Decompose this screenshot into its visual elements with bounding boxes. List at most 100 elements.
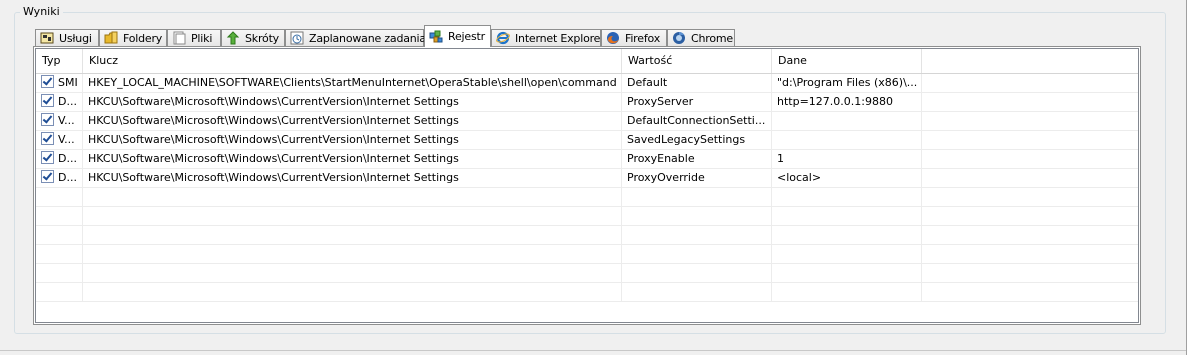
empty-cell [622,283,772,302]
cell-klucz: HKEY_LOCAL_MACHINE\SOFTWARE\Clients\Star… [83,74,622,93]
column-header-dane[interactable]: Dane [772,49,922,73]
cell-typ-text: D... [58,171,77,184]
cell-dane [772,131,922,150]
cell-filler [922,131,1138,150]
table-row[interactable]: D... HKCU\Software\Microsoft\Windows\Curr… [36,93,1138,112]
empty-cell [772,188,922,207]
internet-explorer-icon [496,31,510,45]
list-header: Typ Klucz Wartość Dane [36,49,1138,74]
empty-row [36,207,1138,226]
table-row[interactable]: V... HKCU\Software\Microsoft\Windows\Curr… [36,112,1138,131]
empty-cell [36,283,83,302]
table-row[interactable]: V... HKCU\Software\Microsoft\Windows\Curr… [36,131,1138,150]
cell-wartosc: SavedLegacySettings [622,131,772,150]
cell-wartosc: Default [622,74,772,93]
empty-row [36,245,1138,264]
cell-typ: D... [36,150,83,169]
tab-pliki[interactable]: Pliki [167,29,221,46]
cell-dane: <local> [772,169,922,188]
tab-label: Pliki [191,31,213,45]
empty-row [36,188,1138,207]
empty-cell [622,188,772,207]
empty-cell [922,283,1138,302]
cell-wartosc: ProxyEnable [622,150,772,169]
cell-dane [772,112,922,131]
tab-foldery[interactable]: Foldery [99,29,167,46]
empty-cell [83,283,622,302]
column-header-typ[interactable]: Typ [36,49,83,73]
tab-firefox[interactable]: Firefox [601,29,667,46]
cell-dane: http=127.0.0.1:9880 [772,93,922,112]
empty-cell [622,245,772,264]
empty-cell [83,226,622,245]
file-icon [172,31,186,45]
empty-cell [36,188,83,207]
tab-label: Skróty [245,31,279,45]
cell-klucz: HKCU\Software\Microsoft\Windows\CurrentV… [83,93,622,112]
registry-list-view[interactable]: Typ Klucz Wartość Dane SMI HKEY_LOCAL_MAC… [35,48,1139,323]
cell-klucz: HKCU\Software\Microsoft\Windows\CurrentV… [83,131,622,150]
empty-cell [83,245,622,264]
empty-cell [772,264,922,283]
column-header-klucz[interactable]: Klucz [83,49,622,73]
cell-typ: D... [36,93,83,112]
table-row[interactable]: SMI HKEY_LOCAL_MACHINE\SOFTWARE\Clients\S… [36,74,1138,93]
table-row[interactable]: D... HKCU\Software\Microsoft\Windows\Curr… [36,150,1138,169]
cell-klucz: HKCU\Software\Microsoft\Windows\CurrentV… [83,150,622,169]
empty-cell [772,245,922,264]
cell-typ: SMI [36,74,83,93]
bottom-separator [0,350,1186,351]
scheduled-task-icon [290,31,304,45]
row-checkbox[interactable] [41,170,54,183]
empty-cell [622,264,772,283]
empty-cell [922,264,1138,283]
row-checkbox[interactable] [41,151,54,164]
column-header-wartosc[interactable]: Wartość [622,49,772,73]
tab-label: Chrome [691,31,733,45]
empty-cell [772,283,922,302]
empty-cell [772,226,922,245]
table-row[interactable]: D... HKCU\Software\Microsoft\Windows\Curr… [36,169,1138,188]
tab-label: Foldery [123,31,163,45]
cell-filler [922,169,1138,188]
cell-filler [922,74,1138,93]
cell-wartosc: DefaultConnectionSetti... [622,112,772,131]
results-group-title: Wyniki [20,5,63,19]
empty-row [36,264,1138,283]
tab-chrome[interactable]: Chrome [667,29,735,46]
empty-cell [922,226,1138,245]
tab-internet-explorer[interactable]: Internet Explorer [491,29,605,46]
cell-wartosc: ProxyOverride [622,169,772,188]
chrome-icon [672,31,686,45]
cell-typ: V... [36,131,83,150]
cell-klucz: HKCU\Software\Microsoft\Windows\CurrentV… [83,112,622,131]
tab-skróty[interactable]: Skróty [221,29,285,46]
services-icon [40,31,54,45]
cell-wartosc: ProxyServer [622,93,772,112]
row-checkbox[interactable] [41,75,54,88]
cell-typ-text: D... [58,152,77,165]
cell-typ: D... [36,169,83,188]
cell-filler [922,93,1138,112]
empty-cell [83,188,622,207]
cell-typ-text: V... [58,114,75,127]
empty-cell [922,188,1138,207]
tab-rejestr[interactable]: Rejestr [424,25,491,47]
tab-zaplanowane-zadania[interactable]: Zaplanowane zadania [285,29,426,46]
row-checkbox[interactable] [41,94,54,107]
row-checkbox[interactable] [41,113,54,126]
folder-icon [104,31,118,45]
tab-usługi[interactable]: Usługi [35,29,99,46]
cell-filler [922,150,1138,169]
tab-label: Firefox [625,31,661,45]
cell-typ-text: V... [58,133,75,146]
cell-typ-text: SMI [58,76,78,89]
empty-row [36,226,1138,245]
tab-panel-registry: Typ Klucz Wartość Dane SMI HKEY_LOCAL_MAC… [33,46,1141,325]
tab-label: Internet Explorer [515,31,605,45]
empty-cell [36,264,83,283]
empty-cell [922,207,1138,226]
empty-row [36,283,1138,302]
adjacent-pane [1187,0,1199,355]
row-checkbox[interactable] [41,132,54,145]
